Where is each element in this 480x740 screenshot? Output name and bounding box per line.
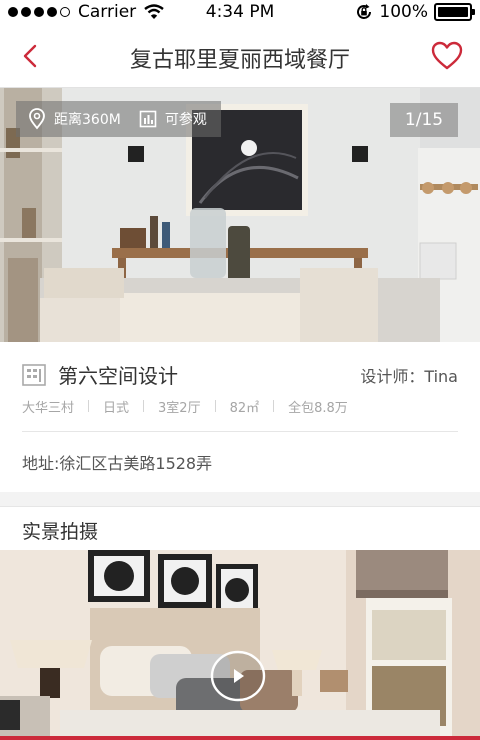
company-name: 第六空间设计	[58, 364, 178, 388]
tag-divider	[214, 400, 216, 412]
bedroom-photo	[0, 550, 480, 736]
tag-community: 大华三村	[22, 400, 75, 416]
bar-chart-icon	[139, 110, 157, 128]
battery-icon	[434, 3, 475, 21]
section-header: 实景拍摄	[0, 506, 480, 550]
distance-label: 距离360M	[54, 112, 121, 128]
hero-image[interactable]: 距离360M 可参观 1/15	[0, 88, 480, 342]
tag-budget: 全包8.8万	[288, 400, 348, 416]
rotation-lock-icon	[357, 4, 372, 19]
image-counter: 1/15	[390, 103, 458, 137]
chevron-left-icon	[23, 44, 37, 68]
tag-divider	[143, 400, 145, 412]
hero-info-overlay: 距离360M 可参观	[16, 101, 221, 137]
heart-icon	[431, 41, 463, 70]
tag-divider	[88, 400, 90, 412]
play-icon	[210, 650, 266, 702]
address-text[interactable]: 地址:徐汇区古美路1528弄	[22, 450, 212, 474]
section-title: 实景拍摄	[22, 521, 99, 543]
bottom-accent-bar	[0, 736, 480, 740]
designer-label: 设计师：Tina	[360, 367, 458, 386]
tag-style: 日式	[103, 400, 130, 416]
favorite-button[interactable]	[430, 40, 464, 72]
battery-percentage: 100%	[379, 2, 428, 22]
page-title: 复古耶里夏丽西域餐厅	[129, 48, 350, 73]
status-bar: Carrier 4:34 PM 100%	[0, 0, 480, 26]
info-card: 第六空间设计 设计师：Tina 大华三村 日式 3室2厅 82㎡ 全包8.8万 …	[0, 342, 480, 492]
visit-label: 可参观	[164, 112, 207, 128]
tags-row: 大华三村 日式 3室2厅 82㎡ 全包8.8万	[22, 396, 458, 416]
company-row[interactable]: 第六空间设计 设计师：Tina	[22, 360, 458, 390]
back-button[interactable]	[16, 41, 46, 71]
play-button[interactable]	[210, 650, 266, 702]
tag-area: 82㎡	[229, 400, 260, 416]
building-icon	[22, 364, 46, 386]
navigation-bar: 复古耶里夏丽西域餐厅	[0, 26, 480, 88]
divider	[22, 431, 458, 432]
location-pin-icon	[29, 108, 45, 130]
real-scene-photo[interactable]	[0, 550, 480, 736]
tag-divider	[273, 400, 275, 412]
tag-layout: 3室2厅	[158, 400, 201, 416]
